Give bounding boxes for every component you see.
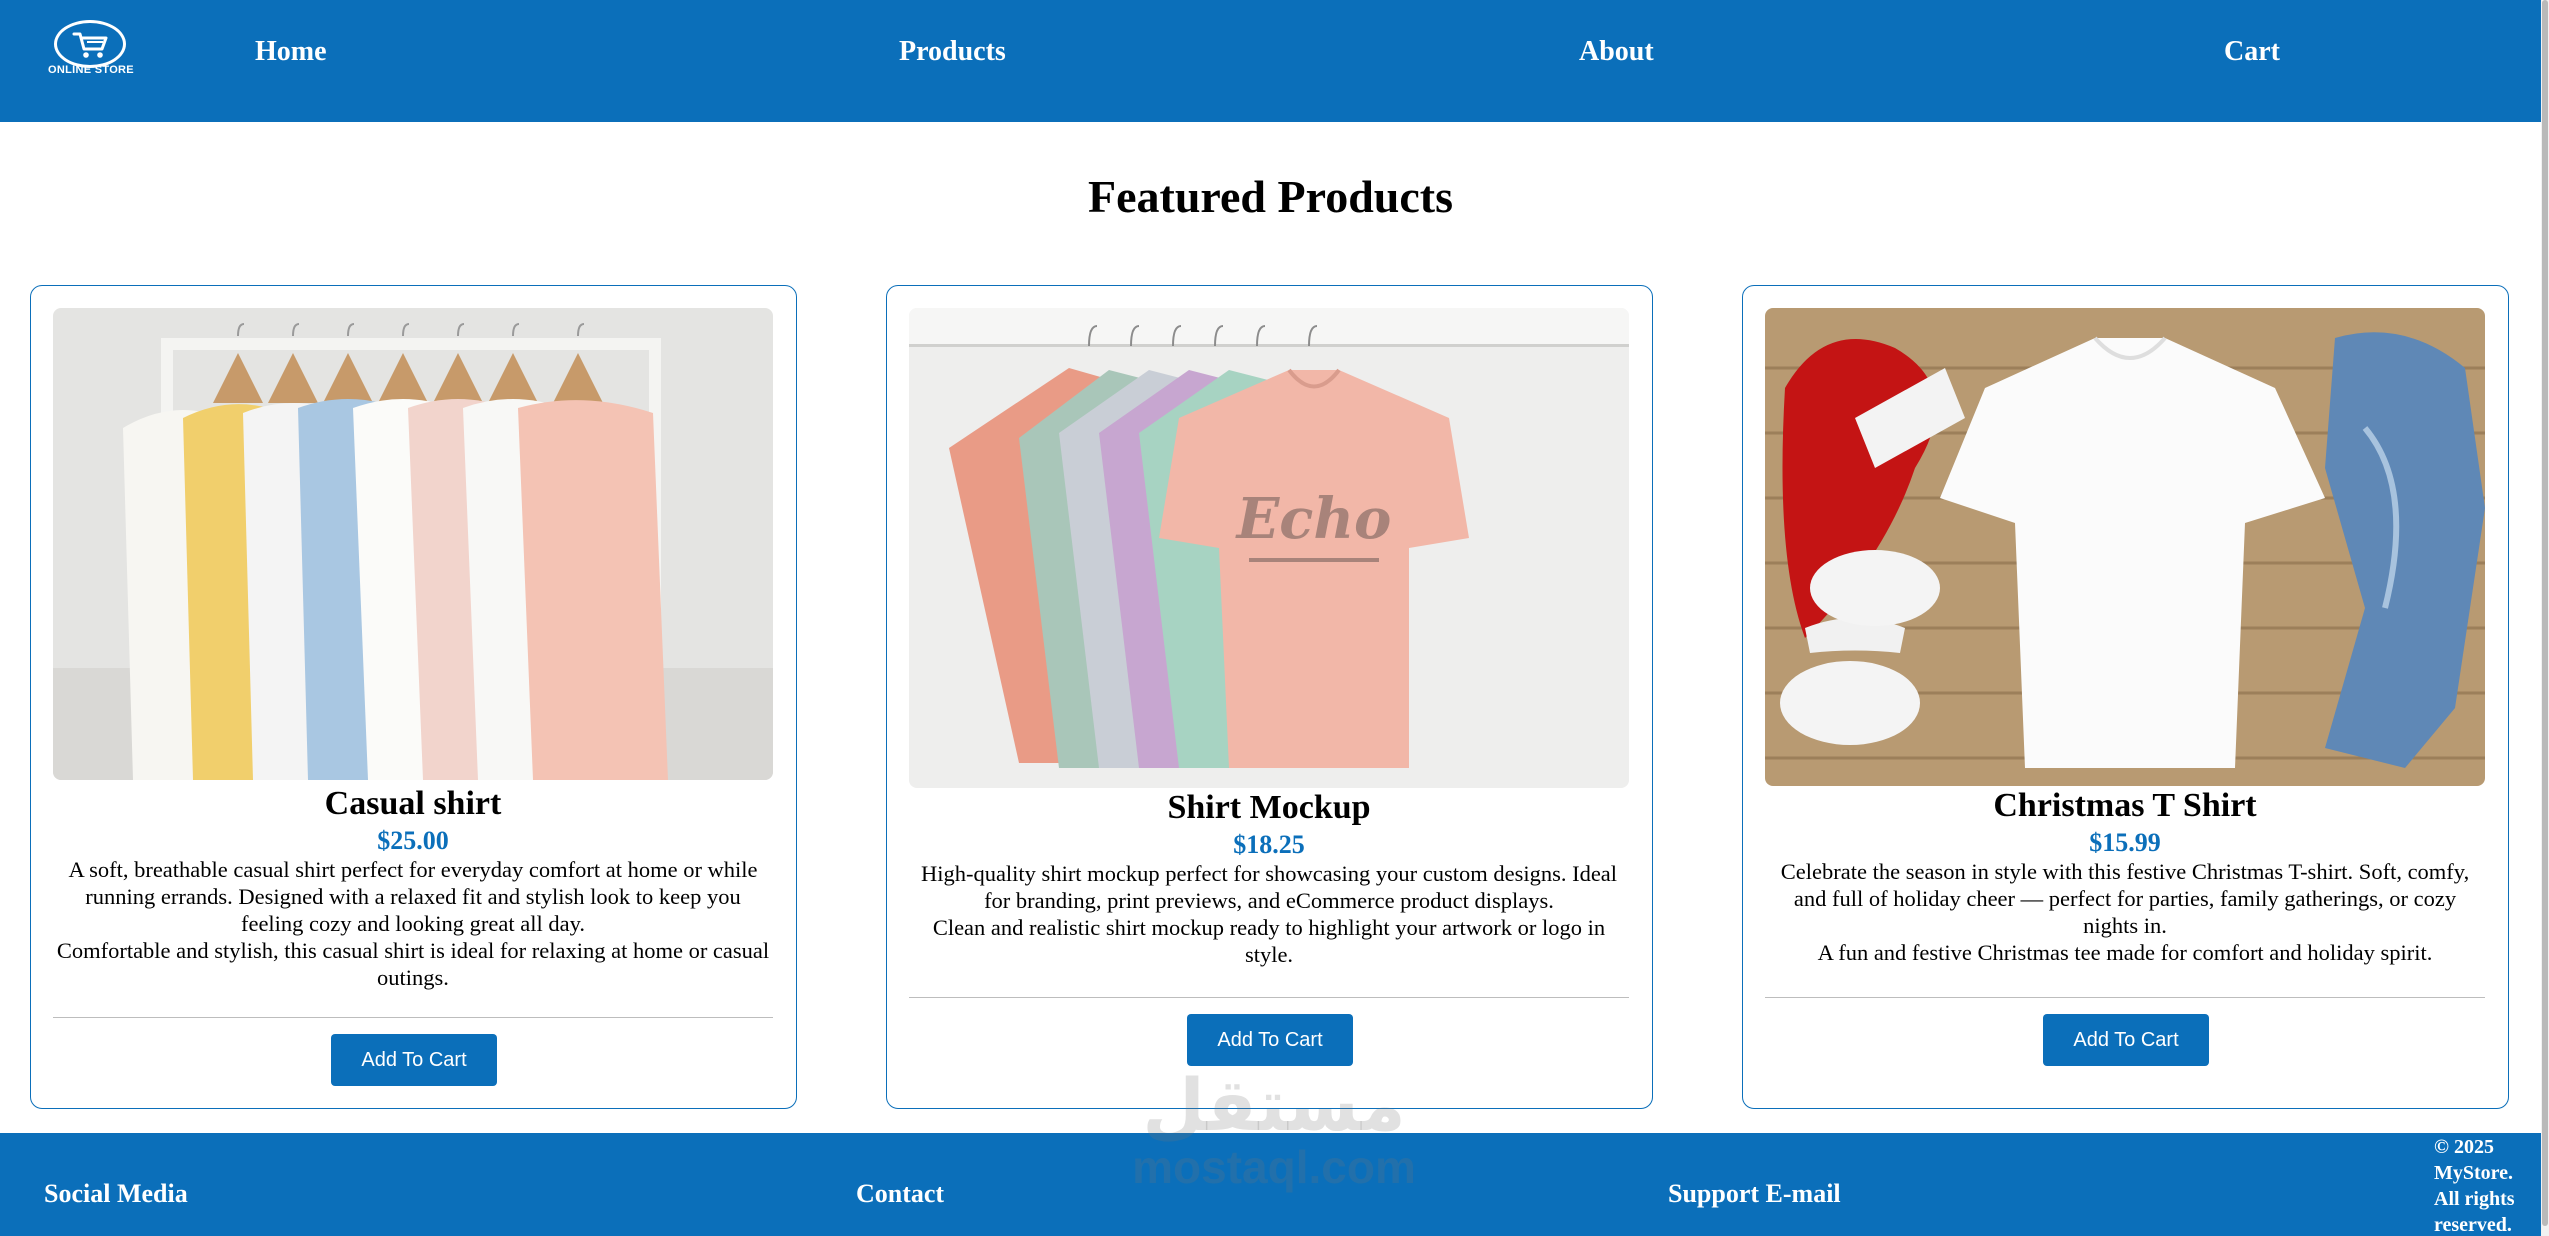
vertical-scrollbar[interactable] xyxy=(2541,0,2549,1236)
page: ONLINE STORE Home Products About Cart Fe… xyxy=(0,0,2541,1236)
add-to-cart-button[interactable]: Add To Cart xyxy=(2043,1014,2209,1066)
product-card: Casual shirt $25.00 A soft, breathable c… xyxy=(30,285,797,1109)
product-card: Christmas T Shirt $15.99 Celebrate the s… xyxy=(1742,285,2509,1109)
clothes-rack-image xyxy=(53,308,773,780)
logo-badge xyxy=(54,20,126,68)
logo-text: ONLINE STORE xyxy=(48,64,134,76)
nav-about-link[interactable]: About xyxy=(1579,36,1654,68)
nav-cart-link[interactable]: Cart xyxy=(2224,36,2280,68)
add-to-cart-button[interactable]: Add To Cart xyxy=(331,1034,497,1086)
product-description: High-quality shirt mockup perfect for sh… xyxy=(909,860,1629,968)
card-divider xyxy=(53,1017,773,1018)
card-divider xyxy=(1765,997,2485,998)
page-title: Featured Products xyxy=(1088,171,1453,222)
footer-social-media[interactable]: Social Media xyxy=(44,1179,188,1209)
shirt-mockup-image: Echo xyxy=(909,308,1629,788)
product-description: Celebrate the season in style with this … xyxy=(1765,858,2485,966)
nav-products-link[interactable]: Products xyxy=(899,36,1006,68)
product-description-paragraph: High-quality shirt mockup perfect for sh… xyxy=(920,861,1618,913)
product-name: Shirt Mockup xyxy=(1167,789,1371,826)
card-divider xyxy=(909,997,1629,998)
footer: Social Media Contact Support E-mail © 20… xyxy=(0,1133,2541,1236)
add-to-cart-button[interactable]: Add To Cart xyxy=(1187,1014,1353,1066)
scrollbar-thumb[interactable] xyxy=(2542,0,2548,1226)
product-price: $15.99 xyxy=(2089,828,2161,857)
product-description-paragraph: Comfortable and stylish, this casual shi… xyxy=(56,938,770,990)
product-description-paragraph: A soft, breathable casual shirt perfect … xyxy=(68,857,758,936)
nav-home-link[interactable]: Home xyxy=(255,36,327,68)
product-price: $25.00 xyxy=(377,826,449,855)
footer-contact[interactable]: Contact xyxy=(856,1179,944,1209)
product-description-paragraph: Celebrate the season in style with this … xyxy=(1780,859,2470,938)
product-name: Christmas T Shirt xyxy=(1993,787,2257,824)
store-logo[interactable]: ONLINE STORE xyxy=(38,20,144,80)
product-description-paragraph: A fun and festive Christmas tee made for… xyxy=(1817,940,2433,965)
product-price: $18.25 xyxy=(1233,830,1305,859)
svg-text:Echo: Echo xyxy=(1235,486,1392,552)
shopping-cart-icon xyxy=(72,32,108,58)
product-description: A soft, breathable casual shirt perfect … xyxy=(53,856,773,991)
footer-support-email[interactable]: Support E-mail xyxy=(1668,1179,1841,1209)
product-card: Echo Shirt Mockup $18.25 High-quality sh… xyxy=(886,285,1653,1109)
product-image-christmas-t-shirt[interactable] xyxy=(1765,308,2485,786)
christmas-outfit-image xyxy=(1765,308,2485,786)
footer-copyright: © 2025 MyStore. All rights reserved. xyxy=(2434,1136,2515,1236)
top-navbar: ONLINE STORE Home Products About Cart xyxy=(0,0,2541,122)
product-image-shirt-mockup[interactable]: Echo xyxy=(909,308,1629,788)
product-name: Casual shirt xyxy=(324,785,502,822)
product-description-paragraph: Clean and realistic shirt mockup ready t… xyxy=(932,915,1606,967)
product-image-casual-shirt[interactable] xyxy=(53,308,773,780)
